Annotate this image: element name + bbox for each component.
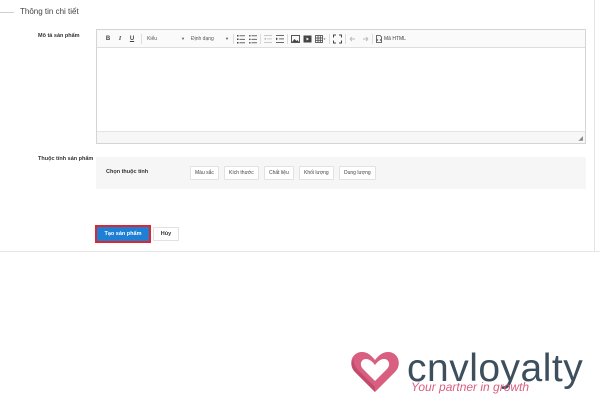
attribute-chip-color[interactable]: Màu sắc	[190, 166, 219, 180]
html-source-button[interactable]: Mã HTML	[376, 34, 416, 44]
fullscreen-icon[interactable]	[333, 34, 342, 44]
brand-tagline: Your partner in growth	[411, 380, 530, 394]
html-source-label: Mã HTML	[384, 36, 406, 42]
choose-attribute-label: Chọn thuộc tính	[106, 169, 149, 175]
description-editor: B I U Kiểu ▼ Định dạng ▼ Mã HTML ◢	[96, 29, 586, 144]
resize-handle-icon[interactable]: ◢	[578, 135, 583, 142]
cancel-button[interactable]: Hủy	[153, 227, 179, 241]
chevron-down-icon: ▼	[181, 36, 185, 41]
description-label: Mô tả sản phẩm	[38, 33, 80, 39]
outdent-icon[interactable]	[264, 34, 272, 44]
format-dropdown-label: Định dạng	[191, 36, 214, 42]
description-content-area[interactable]	[97, 49, 585, 131]
redo-icon[interactable]	[361, 34, 369, 44]
numbered-list-icon[interactable]	[237, 34, 245, 44]
editor-toolbar: B I U Kiểu ▼ Định dạng ▼ Mã HTML	[97, 30, 585, 48]
panel-border	[594, 0, 595, 252]
underline-button[interactable]: U	[128, 34, 136, 44]
product-detail-panel: Thông tin chi tiết Mô tả sản phẩm B I U …	[0, 0, 600, 252]
html-source-icon	[376, 35, 382, 43]
chevron-down-icon: ▼	[225, 36, 229, 41]
italic-button[interactable]: I	[116, 34, 124, 44]
section-legend: Thông tin chi tiết	[20, 7, 79, 16]
bulleted-list-icon[interactable]	[249, 34, 257, 44]
brand-watermark: cnvloyalty Your partner in growth	[349, 347, 594, 400]
style-dropdown[interactable]: Kiểu ▼	[147, 34, 185, 44]
attribute-chip-material[interactable]: Chất liệu	[264, 166, 294, 180]
attributes-box: Chọn thuộc tính Màu sắc Kích thước Chất …	[96, 157, 586, 189]
create-product-button[interactable]: Tạo sản phẩm	[95, 225, 151, 243]
style-dropdown-label: Kiểu	[147, 36, 158, 42]
media-icon[interactable]	[303, 34, 312, 44]
undo-icon[interactable]	[349, 34, 357, 44]
section-legend-rule	[0, 12, 14, 13]
attribute-chip-weight[interactable]: Khối lượng	[299, 166, 334, 180]
table-icon[interactable]	[315, 34, 326, 44]
editor-statusbar: ◢	[97, 131, 585, 143]
attribute-chip-capacity[interactable]: Dung lượng	[339, 166, 376, 180]
attributes-label: Thuộc tính sản phẩm	[38, 156, 94, 162]
heart-logo-icon	[351, 351, 399, 392]
bold-button[interactable]: B	[104, 34, 112, 44]
image-icon[interactable]	[291, 34, 300, 44]
format-dropdown[interactable]: Định dạng ▼	[191, 34, 229, 44]
indent-icon[interactable]	[276, 34, 284, 44]
attribute-chip-size[interactable]: Kích thước	[224, 166, 259, 180]
